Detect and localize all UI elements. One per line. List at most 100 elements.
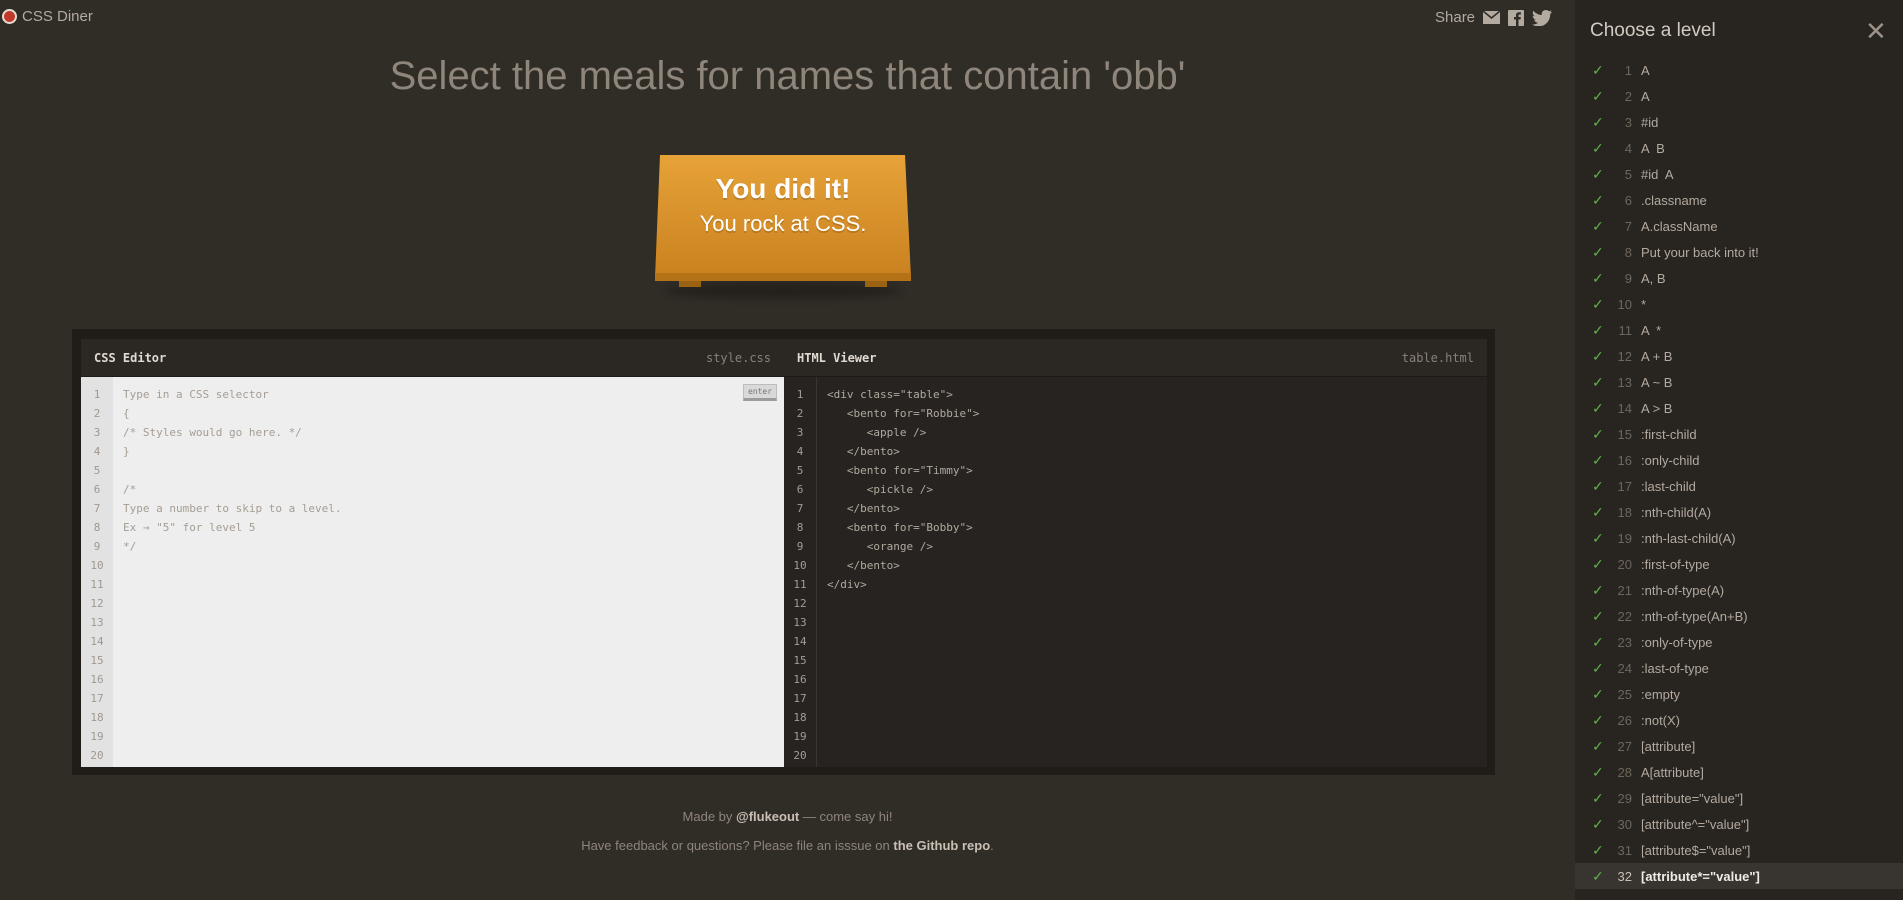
level-number: 30 <box>1617 816 1632 832</box>
css-editor-title: CSS Editor <box>94 350 167 365</box>
sidebar-title: Choose a level <box>1590 20 1716 41</box>
level-list: ✓ 1 A ✓ 2 A ✓ 3 #id ✓ 4 A B ✓ 5 #id A ✓ 6 .classname ✓ 7 A.c… <box>1575 57 1903 889</box>
level-item-23[interactable]: ✓ 23:only-of-type <box>1575 629 1903 655</box>
level-selector: [attribute^="value"] <box>1641 816 1750 832</box>
level-number: 32 <box>1617 868 1632 884</box>
level-item-29[interactable]: ✓ 29 [attribute="value"] <box>1575 785 1903 811</box>
level-item-9[interactable]: ✓ 9 A, B <box>1575 265 1903 291</box>
level-item-31[interactable]: ✓ 31 [attribute$="value"] <box>1575 837 1903 863</box>
css-input-area[interactable]: 1 2 3 4 5 6 7 8 9 10 11 12 13 14 15 16 1… <box>81 377 784 767</box>
level-number: 3 <box>1624 114 1632 130</box>
level-selector: [attribute*="value"] <box>1641 868 1760 884</box>
level-selector: A > B <box>1641 400 1673 416</box>
level-item-4[interactable]: ✓ 4 A B <box>1575 135 1903 161</box>
level-selector: A B <box>1641 140 1665 156</box>
css-editor-filename: style.css <box>705 350 771 365</box>
level-item-5[interactable]: ✓ 5 #id A <box>1575 161 1903 187</box>
level-number: 26 <box>1617 712 1632 728</box>
checkmark-icon: ✓ <box>1592 841 1604 858</box>
level-item-11[interactable]: ✓ 11 A * <box>1575 317 1903 343</box>
checkmark-icon: ✓ <box>1592 529 1604 546</box>
css-selector-input[interactable]: Type in a CSS selector { /* Styles would… <box>113 377 342 767</box>
level-selector: :nth-of-type(An+B) <box>1641 608 1748 624</box>
level-item-17[interactable]: ✓ 17:last-child <box>1575 473 1903 499</box>
level-number: 12 <box>1617 348 1632 364</box>
email-icon[interactable] <box>1483 11 1501 24</box>
css-editor-header: CSS Editor style.css <box>81 339 784 377</box>
level-number: 27 <box>1617 738 1632 754</box>
level-item-6[interactable]: ✓ 6 .classname <box>1575 187 1903 213</box>
level-selector: A <box>1641 62 1650 78</box>
checkmark-icon: ✓ <box>1592 659 1604 676</box>
level-selector: :nth-last-child(A) <box>1641 530 1736 546</box>
checkmark-icon: ✓ <box>1592 373 1604 390</box>
close-icon[interactable]: ✕ <box>1865 18 1887 44</box>
checkmark-icon: ✓ <box>1592 867 1604 884</box>
checkmark-icon: ✓ <box>1592 399 1604 416</box>
checkmark-icon: ✓ <box>1592 269 1604 286</box>
level-item-30[interactable]: ✓ 30 [attribute^="value"] <box>1575 811 1903 837</box>
level-selector: :empty <box>1641 686 1681 702</box>
level-item-24[interactable]: ✓ 24:last-of-type <box>1575 655 1903 681</box>
level-number: 6 <box>1624 192 1632 208</box>
level-item-21[interactable]: ✓ 21:nth-of-type(A) <box>1575 577 1903 603</box>
checkmark-icon: ✓ <box>1592 425 1604 442</box>
level-item-3[interactable]: ✓ 3 #id <box>1575 109 1903 135</box>
level-item-10[interactable]: ✓ 10 * <box>1575 291 1903 317</box>
level-item-15[interactable]: ✓ 15:first-child <box>1575 421 1903 447</box>
level-item-20[interactable]: ✓ 20:first-of-type <box>1575 551 1903 577</box>
level-number: 31 <box>1617 842 1632 858</box>
html-viewer-title: HTML Viewer <box>797 350 877 365</box>
table-edge <box>655 273 911 281</box>
level-item-16[interactable]: ✓ 16:only-child <box>1575 447 1903 473</box>
github-link[interactable]: the Github repo <box>893 838 990 853</box>
css-line-numbers: 1 2 3 4 5 6 7 8 9 10 11 12 13 14 15 16 1… <box>81 377 113 767</box>
level-item-12[interactable]: ✓ 12 A + B <box>1575 343 1903 369</box>
css-editor: CSS Editor style.css 1 2 3 4 5 6 7 8 9 1… <box>81 339 784 767</box>
level-item-19[interactable]: ✓ 19:nth-last-child(A) <box>1575 525 1903 551</box>
level-item-25[interactable]: ✓ 25:empty <box>1575 681 1903 707</box>
app-title: CSS Diner <box>22 8 93 25</box>
level-number: 20 <box>1617 556 1632 572</box>
level-number: 15 <box>1617 426 1632 442</box>
table-leg-left <box>679 280 701 287</box>
level-item-8[interactable]: ✓ 8 Put your back into it! <box>1575 239 1903 265</box>
html-markup[interactable]: <div class="table"> <bento for="Robbie">… <box>817 377 979 767</box>
completion-subtitle: You rock at CSS. <box>699 211 867 236</box>
html-viewer: HTML Viewer table.html 1 2 3 4 5 6 7 8 9… <box>784 339 1487 767</box>
level-item-14[interactable]: ✓ 14 A > B <box>1575 395 1903 421</box>
level-item-2[interactable]: ✓ 2 A <box>1575 83 1903 109</box>
level-item-18[interactable]: ✓ 18:nth-child(A) <box>1575 499 1903 525</box>
checkmark-icon: ✓ <box>1592 477 1604 494</box>
checkmark-icon: ✓ <box>1592 555 1604 572</box>
level-item-13[interactable]: ✓ 13 A ~ B <box>1575 369 1903 395</box>
level-item-32[interactable]: ✓ 32 [attribute*="value"] <box>1575 863 1903 889</box>
enter-button[interactable]: enter <box>743 384 777 401</box>
level-selector: * <box>1641 296 1647 312</box>
checkmark-icon: ✓ <box>1592 711 1604 728</box>
level-item-1[interactable]: ✓ 1 A <box>1575 57 1903 83</box>
facebook-icon[interactable] <box>1508 9 1525 26</box>
level-selector: #id <box>1641 114 1659 130</box>
author-link[interactable]: @flukeout <box>736 809 799 824</box>
level-number: 1 <box>1624 62 1632 78</box>
level-item-28[interactable]: ✓ 28 A[attribute] <box>1575 759 1903 785</box>
checkmark-icon: ✓ <box>1592 113 1604 130</box>
level-item-27[interactable]: ✓ 27 [attribute] <box>1575 733 1903 759</box>
html-viewer-filename: table.html <box>1401 350 1474 365</box>
checkmark-icon: ✓ <box>1592 295 1604 312</box>
checkmark-icon: ✓ <box>1592 87 1604 104</box>
app-logo[interactable]: CSS Diner <box>2 8 93 25</box>
level-selector: A ~ B <box>1641 374 1673 390</box>
footer-feedback: Have feedback or questions? Please file … <box>0 838 1575 853</box>
level-item-22[interactable]: ✓ 22:nth-of-type(An+B) <box>1575 603 1903 629</box>
twitter-icon[interactable] <box>1532 9 1553 26</box>
level-item-7[interactable]: ✓ 7 A.className <box>1575 213 1903 239</box>
checkmark-icon: ✓ <box>1592 191 1604 208</box>
checkmark-icon: ✓ <box>1592 633 1604 650</box>
footer-credit: Made by @flukeout — come say hi! <box>0 809 1575 824</box>
checkmark-icon: ✓ <box>1592 789 1604 806</box>
level-item-26[interactable]: ✓ 26:not(X) <box>1575 707 1903 733</box>
footer-feedback-text: Have feedback or questions? Please file … <box>581 838 894 853</box>
html-viewer-header: HTML Viewer table.html <box>784 339 1487 377</box>
